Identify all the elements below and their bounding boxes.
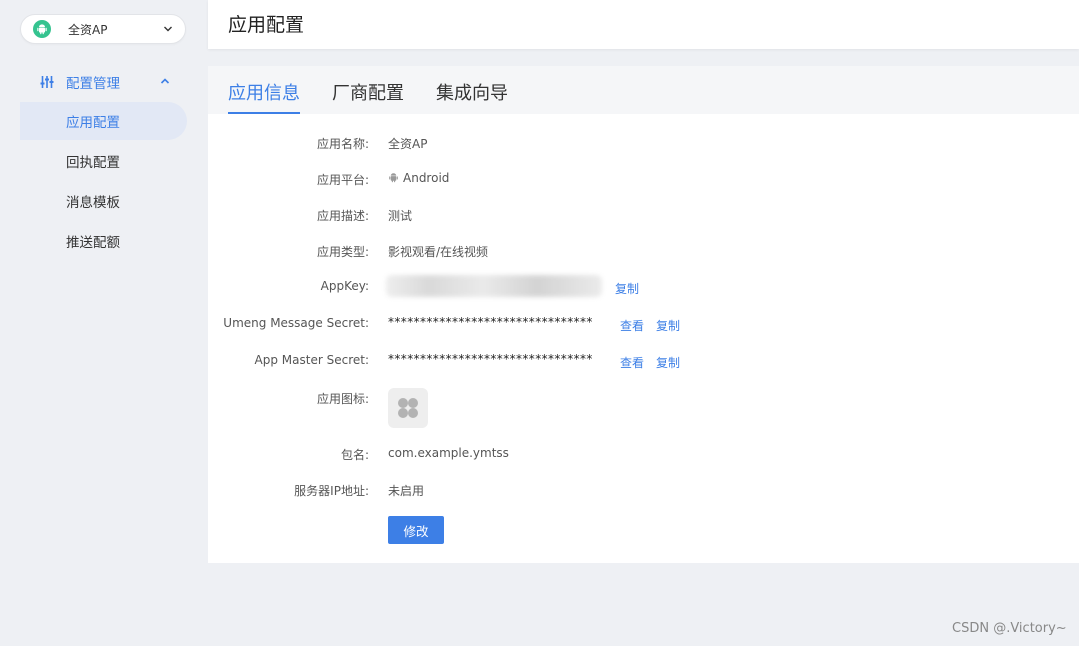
tab-vendor-config[interactable]: 厂商配置 [332, 79, 404, 114]
sidebar-item-message-template[interactable]: 消息模板 [20, 182, 187, 220]
sidebar-item-receipt-config[interactable]: 回执配置 [20, 142, 187, 180]
sidebar-item-app-config[interactable]: 应用配置 [20, 102, 187, 140]
view-umeng-secret-button[interactable]: 查看 [620, 317, 644, 334]
field-value: 全资AP [388, 137, 428, 151]
field-app-key: AppKey: 复制 [208, 275, 1079, 297]
field-value: 未启用 [388, 484, 425, 498]
content-panel: 应用信息 厂商配置 集成向导 应用名称: 全资AP 应用平台: Android … [208, 66, 1079, 563]
sidebar-item-push-quota[interactable]: 推送配额 [20, 222, 187, 260]
field-label: Umeng Message Secret: [223, 316, 369, 330]
field-master-secret: App Master Secret: *********************… [208, 351, 1079, 371]
field-label: 应用名称: [316, 137, 369, 151]
chevron-up-icon [160, 78, 170, 84]
tab-app-info[interactable]: 应用信息 [228, 79, 300, 114]
page-header: 应用配置 [208, 0, 1079, 49]
android-icon [389, 173, 398, 183]
app-selector-label: 全资AP [68, 22, 108, 37]
field-label: 服务器IP地址: [294, 484, 369, 498]
field-label: 应用描述: [316, 209, 369, 223]
field-platform: 应用平台: Android [208, 169, 1079, 189]
field-label: 应用平台: [316, 173, 369, 187]
sidebar-group-config[interactable]: 配置管理 [40, 72, 180, 92]
clover-icon [398, 398, 418, 418]
field-description: 应用描述: 测试 [208, 205, 1079, 225]
field-value: ******************************** [388, 315, 593, 329]
field-value: 测试 [388, 209, 413, 223]
field-label: AppKey: [320, 279, 369, 293]
field-value: 影视观看/在线视频 [388, 245, 489, 259]
field-package: 包名: com.example.ymtss [208, 444, 1079, 464]
field-app-name: 应用名称: 全资AP [208, 133, 1079, 153]
field-label: 包名: [340, 448, 369, 462]
field-app-icon: 应用图标: [208, 388, 1079, 408]
field-label: App Master Secret: [254, 353, 369, 367]
field-value: com.example.ymtss [388, 446, 509, 460]
field-label: 应用图标: [316, 392, 369, 406]
app-icon-image [388, 388, 428, 428]
copy-umeng-secret-button[interactable]: 复制 [656, 317, 680, 334]
tab-integration-guide[interactable]: 集成向导 [436, 79, 508, 114]
sliders-icon [40, 76, 54, 88]
chevron-down-icon [164, 26, 172, 32]
view-master-secret-button[interactable]: 查看 [620, 354, 644, 371]
edit-button[interactable]: 修改 [388, 516, 444, 544]
sidebar-group-label: 配置管理 [66, 76, 120, 92]
tab-bar: 应用信息 厂商配置 集成向导 [208, 66, 1079, 114]
field-value-wrap: Android [388, 171, 449, 185]
copy-appkey-button[interactable]: 复制 [615, 280, 639, 297]
field-label: 应用类型: [316, 245, 369, 259]
copy-master-secret-button[interactable]: 复制 [656, 354, 680, 371]
field-umeng-secret: Umeng Message Secret: ******************… [208, 314, 1079, 334]
app-selector[interactable]: 全资AP [20, 14, 186, 44]
android-icon [33, 20, 51, 38]
redacted-value [386, 275, 602, 297]
page-title: 应用配置 [228, 14, 305, 36]
field-app-type: 应用类型: 影视观看/在线视频 [208, 241, 1079, 261]
field-value: ******************************** [388, 352, 593, 366]
watermark: CSDN @.Victory~ [952, 621, 1067, 636]
field-value: Android [403, 171, 450, 185]
field-server-ip: 服务器IP地址: 未启用 [208, 480, 1079, 500]
